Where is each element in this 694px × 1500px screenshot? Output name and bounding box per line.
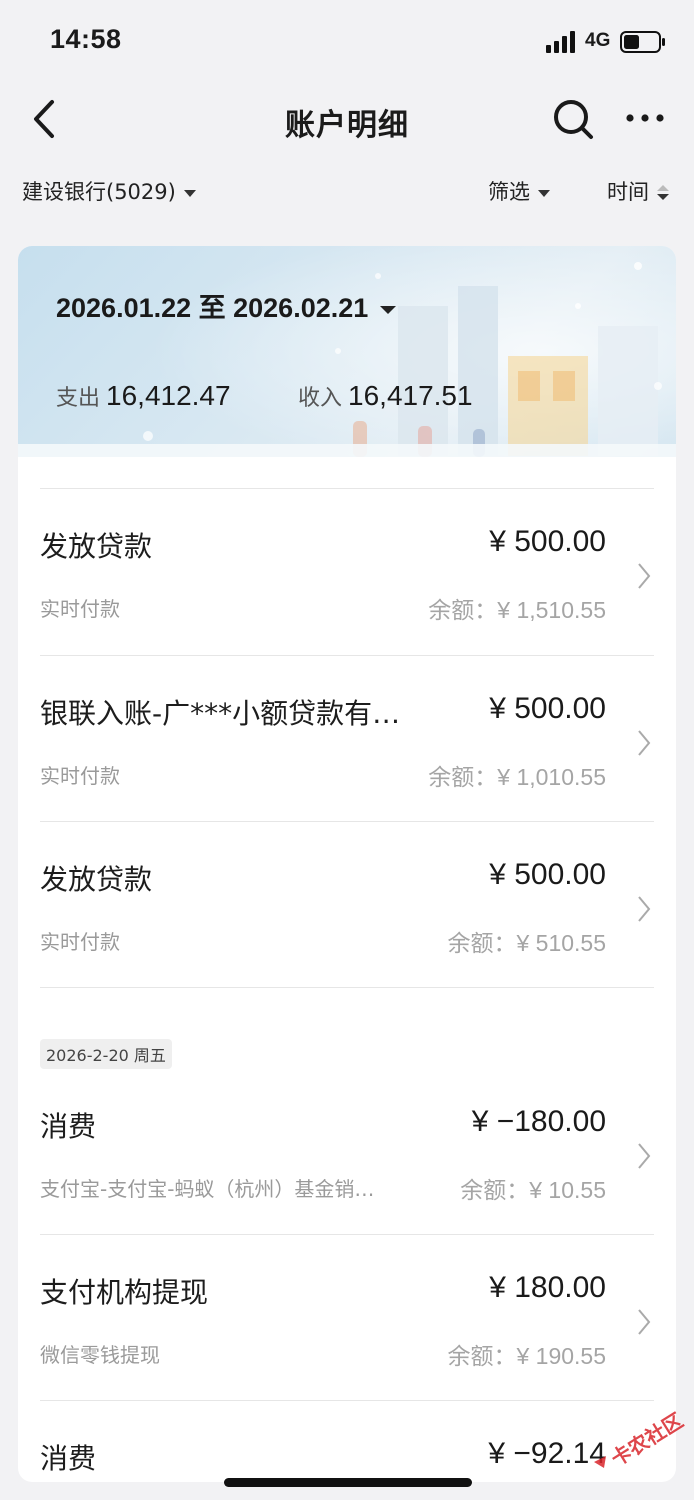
transaction-row[interactable]: 支付机构提现 ¥ 180.00 微信零钱提现 余额：¥ 190.55	[18, 1235, 676, 1401]
kanong-watermark-logo: 卡农社区	[594, 1408, 688, 1471]
transaction-subtitle: 微信零钱提现	[40, 1343, 160, 1367]
divider	[40, 987, 654, 988]
income-label: 收入	[298, 386, 343, 411]
transaction-row[interactable]: 银联入账-广***小额贷款有… ¥ 500.00 实时付款 余额：¥ 1,010…	[18, 656, 676, 822]
dropdown-arrow-icon	[538, 189, 550, 197]
transaction-title: 支付机构提现	[40, 1276, 209, 1309]
balance-value: ¥ 190.55	[516, 1343, 606, 1369]
transaction-balance: 余额：¥ 510.55	[447, 924, 606, 958]
transaction-balance: 余额：¥ 190.55	[447, 1337, 606, 1371]
balance-value: ¥ 10.55	[529, 1177, 606, 1203]
transaction-row[interactable]: 消费 ¥ −92.14	[18, 1401, 676, 1482]
transaction-balance: 余额：¥ 10.55	[460, 1171, 606, 1205]
expense-label: 支出	[56, 386, 101, 411]
chevron-right-icon	[638, 730, 651, 756]
dropdown-arrow-icon	[183, 189, 196, 197]
transaction-title: 发放贷款	[40, 863, 153, 896]
balance-label: 余额：	[428, 598, 498, 624]
income-value: 16,417.51	[348, 380, 473, 411]
transaction-title: 消费	[40, 1110, 97, 1143]
balance-value: ¥ 510.55	[516, 930, 606, 956]
balance-label: 余额：	[460, 1178, 530, 1204]
sort-arrows-icon	[657, 185, 669, 201]
expense-value: 16,412.47	[106, 380, 231, 411]
status-bar: 14:58 4G	[0, 0, 694, 80]
status-time: 14:58	[50, 24, 122, 54]
home-indicator[interactable]	[224, 1478, 472, 1487]
transaction-subtitle: 实时付款	[40, 930, 120, 954]
summary-banner: 2026.01.22 至 2026.02.21 支出 16,412.47 收入 16…	[18, 246, 676, 457]
balance-value: ¥ 1,510.55	[497, 597, 606, 623]
network-label: 4G	[585, 30, 611, 51]
transaction-subtitle: 支付宝-支付宝-蚂蚁（杭州）基金销…	[40, 1177, 375, 1201]
dropdown-arrow-icon	[380, 305, 397, 314]
chevron-right-icon	[638, 563, 651, 589]
battery-icon	[620, 31, 665, 53]
filter-bar: 建设银行(5029) 筛选 时间	[0, 168, 694, 214]
transaction-amount: ¥ −180.00	[471, 1105, 606, 1138]
transaction-row[interactable]: 发放贷款 ¥ 500.00 实时付款 余额：¥ 510.55	[18, 822, 676, 988]
winter-scene-illustration	[18, 246, 676, 457]
transaction-balance: 余额：¥ 1,510.55	[428, 591, 606, 625]
balance-label: 余额：	[428, 765, 498, 791]
more-options-icon[interactable]	[624, 108, 666, 128]
balance-label: 余额：	[447, 1344, 517, 1370]
account-label: 建设银行(5029)	[22, 180, 176, 204]
sort-label: 时间	[607, 180, 649, 204]
expense-summary: 支出 16,412.47	[56, 380, 231, 412]
statement-card: 2026.01.22 至 2026.02.21 支出 16,412.47 收入 16…	[18, 246, 676, 1482]
chevron-right-icon	[638, 1309, 651, 1335]
date-range-label: 2026.01.22 至 2026.02.21	[56, 293, 369, 323]
income-summary: 收入 16,417.51	[298, 380, 473, 412]
transaction-row[interactable]: 发放贷款 ¥ 500.00 实时付款 余额：¥ 1,510.55	[18, 489, 676, 655]
chevron-right-icon	[638, 1143, 651, 1169]
transaction-subtitle: 实时付款	[40, 597, 120, 621]
transaction-subtitle: 实时付款	[40, 764, 120, 788]
date-range-selector[interactable]: 2026.01.22 至 2026.02.21	[56, 286, 397, 325]
sort-time-button[interactable]: 时间	[607, 176, 669, 206]
transaction-title: 银联入账-广***小额贷款有…	[40, 697, 401, 730]
balance-value: ¥ 1,010.55	[497, 764, 606, 790]
account-selector[interactable]: 建设银行(5029)	[22, 176, 196, 206]
watermark-text: 卡农社区	[607, 1408, 688, 1471]
filter-button[interactable]: 筛选	[488, 176, 550, 206]
search-icon[interactable]	[552, 98, 594, 140]
date-group-header: 2026-2-20 周五	[40, 1039, 172, 1069]
nav-bar: 账户明细	[0, 86, 694, 152]
transaction-amount: ¥ 180.00	[489, 1271, 606, 1304]
transaction-amount: ¥ 500.00	[489, 525, 606, 558]
transaction-amount: ¥ 500.00	[489, 692, 606, 725]
transaction-title: 消费	[40, 1442, 97, 1475]
transaction-amount: ¥ 500.00	[489, 858, 606, 891]
chevron-right-icon	[638, 896, 651, 922]
filter-label: 筛选	[488, 180, 530, 204]
signal-icon	[546, 31, 575, 53]
balance-label: 余额：	[447, 931, 517, 957]
transaction-balance: 余额：¥ 1,010.55	[428, 758, 606, 792]
transaction-title: 发放贷款	[40, 530, 153, 563]
transaction-row[interactable]: 消费 ¥ −180.00 支付宝-支付宝-蚂蚁（杭州）基金销… 余额：¥ 10.…	[18, 1069, 676, 1235]
